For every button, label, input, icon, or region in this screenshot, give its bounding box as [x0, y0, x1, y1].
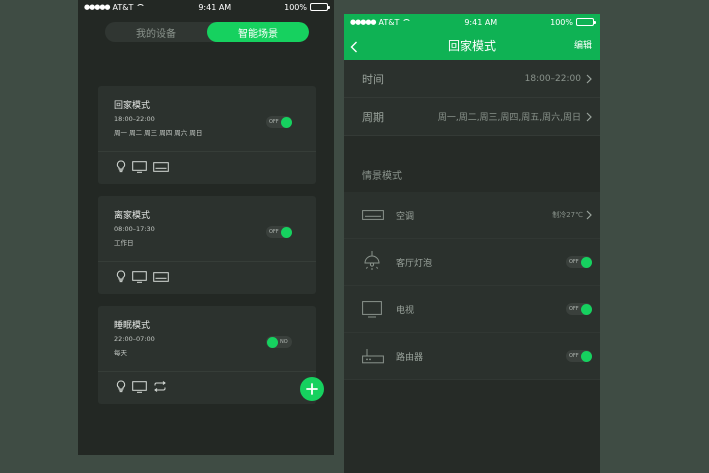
wifi-icon [136, 4, 146, 10]
scene-days: 周一 周二 周三 周四 周六 周日 [114, 129, 203, 137]
scene-days: 工作日 [114, 239, 134, 247]
scene-device-icons [98, 372, 316, 393]
detail-header: ●●●●● AT&T 9:41 AM 100% 回家模式 编辑 [344, 14, 600, 60]
segmented-tabs: 我的设备 智能场景 [105, 22, 309, 42]
tab-smart-scenes[interactable]: 智能场景 [207, 22, 309, 42]
device-name: 电视 [396, 305, 415, 316]
toggle-knob [580, 256, 592, 268]
router-icon [362, 349, 384, 364]
status-time: 9:41 AM [198, 2, 232, 12]
tv-icon [132, 160, 147, 173]
tv-icon [132, 380, 147, 393]
scene-card-body: 回家模式 18:00–22:00 周一 周二 周三 周四 周六 周日 OFF [98, 86, 316, 152]
scene-card[interactable]: 回家模式 18:00–22:00 周一 周二 周三 周四 周六 周日 OFF [98, 86, 316, 184]
period-label: 周期 [362, 110, 384, 124]
bulb-icon [116, 160, 126, 173]
chevron-right-icon [586, 112, 592, 121]
chevron-right-icon [586, 210, 592, 220]
edit-button[interactable]: 编辑 [574, 38, 592, 51]
toggle-label: OFF [269, 119, 279, 125]
time-row[interactable]: 时间 18:00–22:00 [344, 60, 600, 98]
device-row-living-room-lamp: 客厅灯泡 OFF [344, 239, 600, 286]
scene-days: 每天 [114, 349, 127, 357]
scene-detail-screen: ●●●●● AT&T 9:41 AM 100% 回家模式 编辑 时间 18:00… [344, 14, 600, 473]
air-conditioner-icon [362, 210, 384, 220]
status-time: 9:41 AM [464, 17, 498, 27]
battery-indicator: 100% [550, 17, 596, 27]
device-toggle[interactable]: OFF [566, 303, 592, 315]
page-title: 回家模式 [447, 38, 496, 53]
scene-toggle[interactable]: OFF [266, 116, 292, 128]
toggle-label: OFF [569, 259, 579, 265]
battery-indicator: 100% [284, 2, 330, 12]
ceiling-lamp-icon [364, 251, 380, 270]
tv-icon [132, 270, 147, 283]
device-name: 空调 [396, 211, 415, 222]
time-label: 时间 [362, 72, 384, 86]
period-row[interactable]: 周期 周一,周二,周三,周四,周五,周六,周日 [344, 98, 600, 136]
toggle-label: OFF [569, 353, 579, 359]
status-bar: ●●●●● AT&T 9:41 AM 100% [78, 0, 334, 14]
add-scene-button[interactable] [300, 377, 324, 401]
device-toggle[interactable]: OFF [566, 350, 592, 362]
device-name: 客厅灯泡 [396, 258, 433, 269]
period-value: 周一,周二,周三,周四,周五,周六,周日 [437, 113, 581, 123]
add-icon [306, 383, 318, 395]
bulb-icon [116, 380, 126, 393]
scene-device-icons [98, 152, 316, 173]
tv-icon [362, 300, 382, 317]
scene-card[interactable]: 离家模式 08:00–17:30 工作日 OFF [98, 196, 316, 294]
scene-card-body: 睡眠模式 22:00–07:00 每天 NO [98, 306, 316, 372]
scene-title: 睡眠模式 [114, 321, 151, 331]
battery-icon [310, 3, 330, 11]
chevron-right-icon [586, 74, 592, 83]
carrier-signal: ●●●●● AT&T [350, 17, 412, 27]
air-conditioner-icon [153, 271, 169, 282]
air-conditioner-icon [153, 161, 169, 172]
scene-toggle[interactable]: NO [266, 336, 292, 348]
toggle-knob [280, 226, 292, 238]
battery-percent: 100% [284, 2, 307, 12]
toggle-knob [280, 116, 292, 128]
device-row-tv: 电视 OFF [344, 286, 600, 333]
time-value: 18:00–22:00 [524, 73, 581, 84]
signal-dots-icon: ●●●●● [350, 18, 377, 26]
device-name: 路由器 [396, 352, 424, 363]
device-toggle[interactable]: OFF [566, 256, 592, 268]
scene-card[interactable]: 睡眠模式 22:00–07:00 每天 NO [98, 306, 316, 404]
bulb-icon [116, 270, 126, 283]
battery-icon [576, 18, 596, 26]
scene-card-body: 离家模式 08:00–17:30 工作日 OFF [98, 196, 316, 262]
section-title: 情景模式 [344, 136, 600, 192]
toggle-knob [266, 336, 278, 348]
carrier-signal: ●●●●● AT&T [84, 2, 146, 12]
nav-bar: 回家模式 编辑 [344, 30, 600, 60]
status-bar: ●●●●● AT&T 9:41 AM 100% [344, 14, 600, 30]
device-row-router: 路由器 OFF [344, 333, 600, 380]
carrier-name: AT&T [378, 17, 400, 27]
toggle-knob [580, 303, 592, 315]
scene-title: 回家模式 [114, 101, 151, 111]
battery-percent: 100% [550, 17, 573, 27]
back-icon [350, 41, 357, 53]
device-detail: 制冷27℃ [552, 211, 583, 219]
scene-title: 离家模式 [114, 211, 151, 221]
toggle-label: OFF [569, 306, 579, 312]
signal-dots-icon: ●●●●● [84, 3, 111, 11]
scene-toggle[interactable]: OFF [266, 226, 292, 238]
toggle-label: OFF [269, 229, 279, 235]
back-button[interactable] [350, 38, 358, 57]
scene-device-icons [98, 262, 316, 283]
scene-list-screen: ●●●●● AT&T 9:41 AM 100% 我的设备 智能场景 回家模式 1… [78, 0, 334, 455]
toggle-knob [580, 350, 592, 362]
wifi-icon [402, 19, 412, 25]
tab-my-devices[interactable]: 我的设备 [105, 22, 207, 42]
sync-icon [154, 381, 166, 392]
device-row-air-conditioner[interactable]: 空调 制冷27℃ [344, 192, 600, 239]
carrier-name: AT&T [112, 2, 134, 12]
